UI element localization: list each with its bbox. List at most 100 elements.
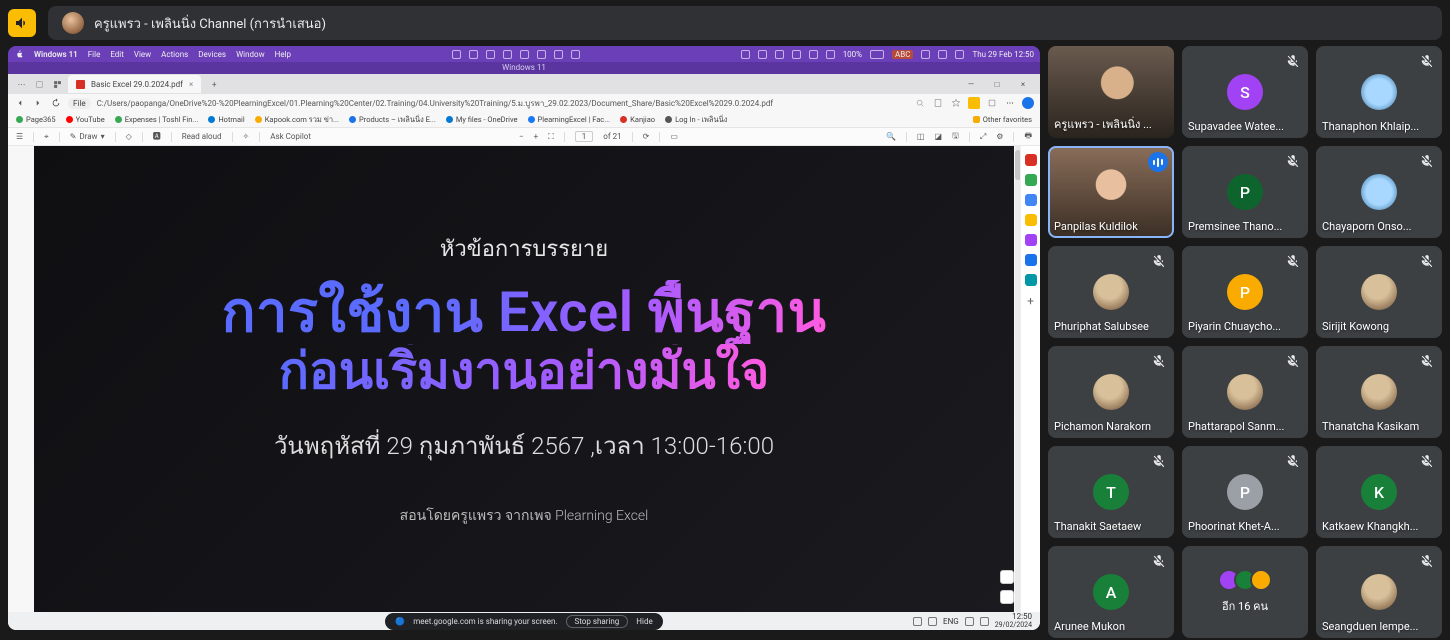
pdf-highlight-icon[interactable]: 🅰 xyxy=(153,131,161,142)
apple-icon[interactable] xyxy=(14,49,24,59)
extension-icon[interactable] xyxy=(968,97,980,109)
pdf-draw-button[interactable]: ✎ Draw ▾ xyxy=(70,132,105,141)
window-close[interactable]: × xyxy=(1012,80,1034,89)
status-icon[interactable] xyxy=(758,50,767,59)
pdf-read-aloud-button[interactable]: Read aloud xyxy=(182,132,222,141)
bookmark-item[interactable]: Kanjiao xyxy=(620,115,655,124)
participant-tile[interactable]: Phattarapol Sanm... xyxy=(1182,346,1308,438)
mac-menu-item[interactable]: Window xyxy=(236,50,265,59)
participant-tile[interactable]: Chayaporn Onso... xyxy=(1316,146,1442,238)
pdf-view-icon[interactable]: ▭ xyxy=(670,132,678,141)
pdf-zoom-out[interactable]: − xyxy=(519,132,524,141)
participant-tile[interactable]: Pichamon Narakorn xyxy=(1048,346,1174,438)
mac-clock[interactable]: Thu 29 Feb 12:50 xyxy=(972,50,1034,59)
tray-icon[interactable] xyxy=(928,617,937,626)
pdf-zoom-in[interactable]: + xyxy=(534,132,539,141)
tray-date[interactable]: 29/02/2024 xyxy=(995,621,1032,629)
bookmark-item[interactable]: My files - OneDrive xyxy=(446,115,518,124)
pdf-bookmark-icon[interactable]: ◫ xyxy=(917,132,925,141)
mac-menu-item[interactable]: View xyxy=(134,50,151,59)
pdf-save-icon[interactable]: 🖫 xyxy=(952,130,959,144)
participant-tile[interactable]: TThanakit Saetaew xyxy=(1048,446,1174,538)
pdf-copilot-button[interactable]: Ask Copilot xyxy=(270,132,311,141)
participant-tile[interactable]: Thanaphon Khlaip... xyxy=(1316,46,1442,138)
status-icon[interactable] xyxy=(775,50,784,59)
participant-tile[interactable]: Thanatcha Kasikam xyxy=(1316,346,1442,438)
mac-menu-item[interactable]: File xyxy=(88,50,101,59)
profile-icon[interactable] xyxy=(1022,97,1034,109)
other-favorites[interactable]: Other favorites xyxy=(973,115,1032,124)
reader-icon[interactable] xyxy=(932,97,944,109)
participant-tile[interactable]: PPremsinee Thano... xyxy=(1182,146,1308,238)
tray-wifi-icon[interactable] xyxy=(965,617,974,626)
pdf-fullscreen-icon[interactable]: ⤢ xyxy=(980,132,986,142)
tab-close-icon[interactable]: × xyxy=(189,80,193,89)
tray-volume-icon[interactable] xyxy=(980,617,989,626)
participant-tile[interactable]: KKatkaew Khangkh... xyxy=(1316,446,1442,538)
room-title-pill[interactable]: ครูแพรว - เพลินนิ่ง Channel (การนำเสนอ) xyxy=(48,6,1442,40)
sys-icon[interactable] xyxy=(486,50,495,59)
pdf-search-icon[interactable]: 🔍 xyxy=(886,132,896,141)
refresh-button[interactable] xyxy=(50,97,62,109)
control-center-icon[interactable] xyxy=(955,50,964,59)
forward-button[interactable] xyxy=(32,97,44,109)
pdf-toc-icon[interactable]: ☰ xyxy=(16,132,23,141)
sys-icon[interactable] xyxy=(452,50,461,59)
browser-tab[interactable]: Basic Excel 29.0.2024.pdf × xyxy=(68,75,201,93)
sidebar-icon[interactable] xyxy=(1025,214,1037,226)
pdf-print-icon[interactable]: 🖶 xyxy=(1024,130,1032,144)
mac-menu-item[interactable]: Devices xyxy=(198,50,226,59)
new-tab-button[interactable]: + xyxy=(205,80,223,89)
bookmark-item[interactable]: Hotmail xyxy=(208,115,244,124)
browser-menu-icon[interactable] xyxy=(14,77,28,91)
tray-icon[interactable] xyxy=(913,617,922,626)
back-button[interactable] xyxy=(14,97,26,109)
sys-icon[interactable] xyxy=(537,50,546,59)
pdf-cursor-icon[interactable]: ⌖ xyxy=(44,132,49,142)
battery-icon[interactable] xyxy=(870,50,884,59)
participant-tile[interactable]: PPhoorinat Khet-A... xyxy=(1182,446,1308,538)
bookmark-item[interactable]: YouTube xyxy=(66,115,105,124)
mac-menu-item[interactable]: Windows 11 xyxy=(34,50,78,59)
workspaces-icon[interactable] xyxy=(50,77,64,91)
mac-menu-item[interactable]: Actions xyxy=(161,50,188,59)
bookmark-item[interactable]: Kapook.com รวม ข่า... xyxy=(255,114,339,126)
collections-icon[interactable] xyxy=(986,97,998,109)
pdf-erase-icon[interactable]: ◇ xyxy=(126,132,132,141)
bookmark-item[interactable]: Products – เพลินนิ่ง E... xyxy=(349,114,436,126)
more-icon[interactable] xyxy=(1004,97,1016,109)
sys-icon[interactable] xyxy=(571,50,580,59)
search-icon[interactable] xyxy=(938,50,947,59)
sidebar-icon[interactable] xyxy=(1025,174,1037,186)
sidebar-icon[interactable] xyxy=(1025,254,1037,266)
tab-actions-icon[interactable] xyxy=(32,77,46,91)
mac-lang[interactable]: ABC xyxy=(892,50,913,59)
pdf-rotate-icon[interactable]: ⟳ xyxy=(643,132,650,141)
sidebar-icon[interactable] xyxy=(1025,194,1037,206)
participant-tile[interactable]: อีก 16 คน xyxy=(1182,546,1308,638)
participant-tile[interactable]: AArunee Mukon xyxy=(1048,546,1174,638)
status-icon[interactable] xyxy=(792,50,801,59)
star-icon[interactable] xyxy=(950,97,962,109)
hide-sharebar-button[interactable]: Hide xyxy=(636,617,652,626)
sys-icon[interactable] xyxy=(503,50,512,59)
url-field[interactable]: C:/Users/paopanga/OneDrive%20-%20Plearni… xyxy=(97,97,908,110)
tray-lang[interactable]: ENG xyxy=(943,617,959,626)
status-icon[interactable] xyxy=(826,50,835,59)
pdf-settings-icon[interactable]: ⚙ xyxy=(996,132,1003,141)
bookmark-item[interactable]: PlearningExcel | Fac... xyxy=(528,115,611,124)
status-icon[interactable] xyxy=(809,50,818,59)
participant-tile[interactable]: Panpilas Kuldilok xyxy=(1048,146,1174,238)
tray-time[interactable]: 12:50 xyxy=(1012,612,1032,621)
sys-icon[interactable] xyxy=(520,50,529,59)
pdf-page-input[interactable]: 1 xyxy=(575,131,594,142)
participant-tile[interactable]: SSupavadee Watee... xyxy=(1182,46,1308,138)
pdf-fit-icon[interactable]: ⛶ xyxy=(548,132,554,142)
sidebar-icon[interactable] xyxy=(1025,274,1037,286)
pdf-float-icon[interactable] xyxy=(1000,570,1014,584)
mac-menu-item[interactable]: Help xyxy=(275,50,291,59)
pdf-copilot-icon[interactable]: ✧ xyxy=(243,132,250,141)
participant-tile[interactable]: PPiyarin Chuaycho... xyxy=(1182,246,1308,338)
pdf-float-icon[interactable] xyxy=(1000,590,1014,604)
window-maximize[interactable]: □ xyxy=(986,80,1008,89)
